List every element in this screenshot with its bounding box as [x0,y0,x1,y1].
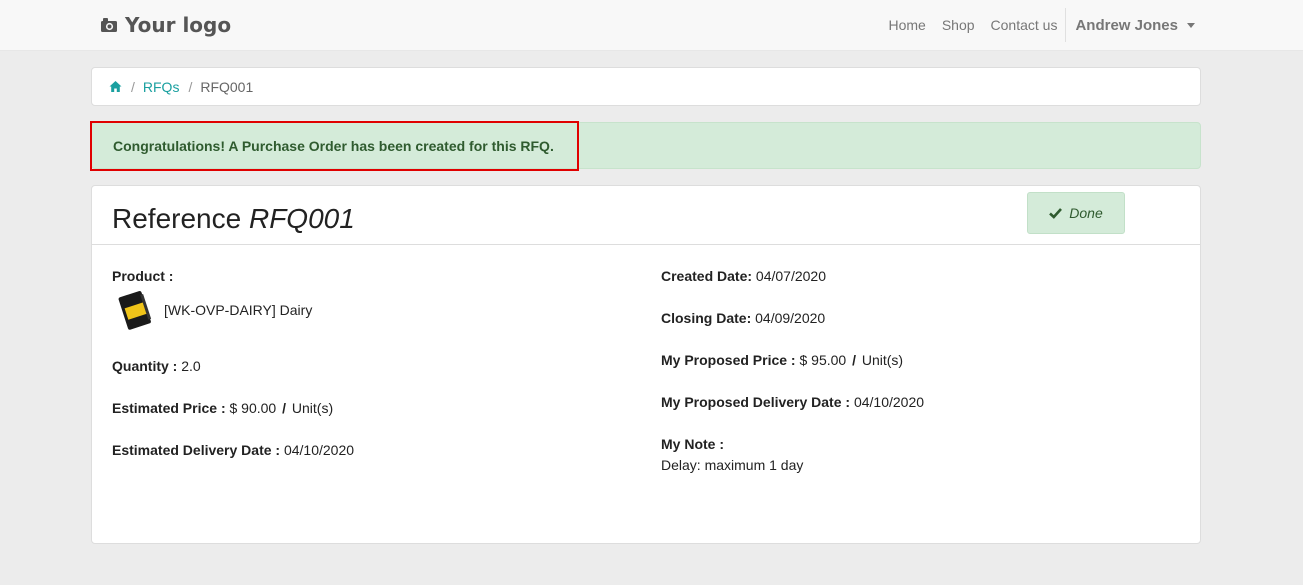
camera-icon [101,18,117,32]
product-notebook-icon [118,291,152,330]
quantity-row: Quantity : 2.0 [112,358,201,374]
unit-separator: / [282,400,286,416]
rfq-panel: Reference RFQ001 Done Product : [WK-OVP-… [91,185,1201,544]
proposed-delivery-row: My Proposed Delivery Date : 04/10/2020 [661,394,924,410]
estimated-delivery-value: 04/10/2020 [283,442,355,458]
user-name: Andrew Jones [1075,16,1178,34]
logo[interactable]: Your logo [100,10,231,40]
closing-date-value: 04/09/2020 [755,310,826,326]
created-date-label: Created Date: [661,268,753,284]
breadcrumb-current: RFQ001 [200,78,254,95]
product-label-row: Product : [112,268,173,284]
proposed-delivery-label: My Proposed Delivery Date : [661,394,851,410]
estimated-price-label: Estimated Price : [112,400,226,416]
note-label: My Note : [661,436,724,452]
product-name[interactable]: [WK-OVP-DAIRY] Dairy [164,302,312,318]
closing-date-label: Closing Date: [661,310,752,326]
estimated-delivery-row: Estimated Delivery Date : 04/10/2020 [112,442,354,458]
quantity-value: 2.0 [181,358,201,374]
proposed-price-label: My Proposed Price : [661,352,796,368]
proposed-price-value: $ 95.00 [799,352,847,368]
proposed-price-row: My Proposed Price : $ 95.00 / Unit(s) [661,352,903,368]
note-value-row: Delay: maximum 1 day [661,457,803,473]
note-label-row: My Note : [661,436,724,452]
nav-shop-link[interactable]: Shop [934,17,983,33]
highlight-box [90,121,579,171]
created-date-value: 04/07/2020 [755,268,826,284]
unit-separator: / [852,352,856,368]
estimated-price-unit: Unit(s) [291,400,334,416]
done-status-button[interactable]: Done [1027,192,1125,234]
breadcrumb-rfqs-link[interactable]: RFQs [143,79,180,95]
estimated-price-row: Estimated Price : $ 90.00 / Unit(s) [112,400,333,416]
page-title: Reference RFQ001 [112,203,355,235]
panel-header: Reference RFQ001 Done [92,186,1200,245]
user-menu-dropdown[interactable]: Andrew Jones [1065,8,1203,42]
breadcrumb-separator: / [131,78,135,95]
product-label: Product : [112,268,174,284]
proposed-price-unit: Unit(s) [861,352,904,368]
caret-down-icon [1187,23,1195,28]
breadcrumb: / RFQs / RFQ001 [91,67,1201,106]
logo-text: Your logo [125,13,232,37]
estimated-price-value: $ 90.00 [229,400,277,416]
quantity-label: Quantity : [112,358,178,374]
nav-contact-link[interactable]: Contact us [983,17,1066,33]
estimated-delivery-label: Estimated Delivery Date : [112,442,281,458]
breadcrumb-separator: / [188,78,193,95]
done-label: Done [1069,205,1103,221]
nav-home-link[interactable]: Home [880,17,933,33]
home-icon[interactable] [109,80,122,93]
proposed-delivery-value: 04/10/2020 [853,394,925,410]
check-icon [1049,208,1063,219]
title-reference: RFQ001 [248,203,355,234]
created-date-row: Created Date: 04/07/2020 [661,268,826,284]
nav-links: Home Shop Contact us Andrew Jones [880,0,1203,50]
top-navbar: Your logo Home Shop Contact us Andrew Jo… [0,0,1303,51]
note-value: Delay: maximum 1 day [661,457,804,473]
closing-date-row: Closing Date: 04/09/2020 [661,310,825,326]
title-prefix: Reference [112,203,242,234]
